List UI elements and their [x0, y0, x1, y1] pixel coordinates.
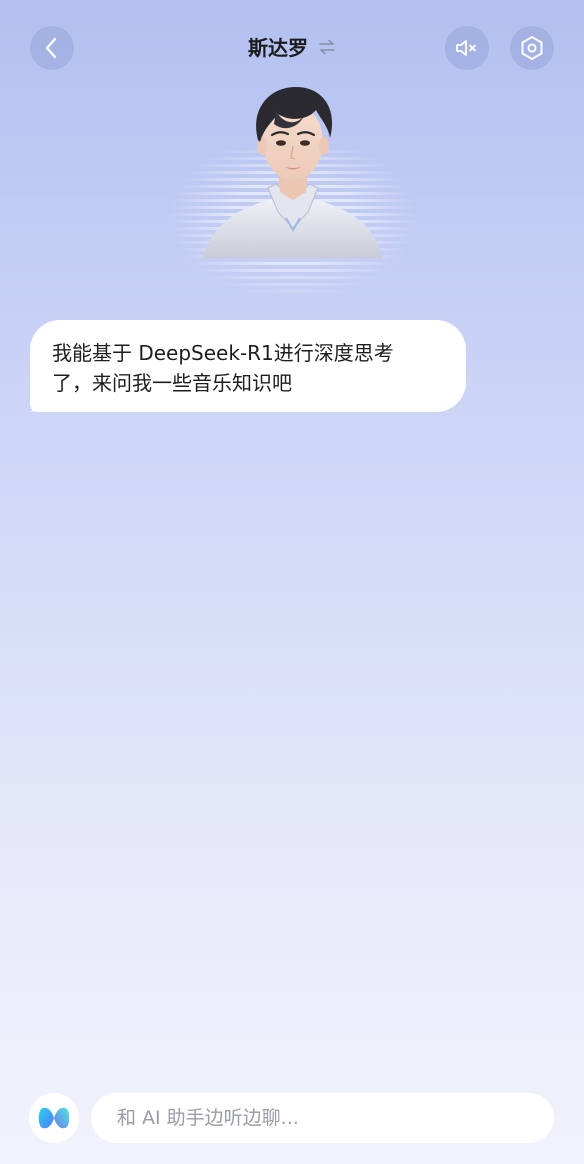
speaker-muted-icon	[456, 40, 476, 56]
settings-button[interactable]	[510, 26, 554, 70]
bubble-tail	[30, 396, 50, 412]
ai-assistant-logo-icon	[38, 1107, 70, 1129]
page-title: 斯达罗	[248, 36, 308, 60]
message-line-1: 我能基于 DeepSeek-R1进行深度思考	[52, 341, 394, 365]
message-line-2: 了，来问我一些音乐知识吧	[52, 371, 292, 395]
hexagon-settings-icon	[521, 36, 543, 60]
virtual-idol-avatar	[203, 86, 383, 258]
title-group[interactable]: 斯达罗	[0, 32, 584, 61]
mute-button[interactable]	[445, 26, 489, 70]
chat-input[interactable]	[91, 1093, 554, 1143]
ai-assistant-button[interactable]	[29, 1093, 79, 1143]
assistant-message-bubble: 我能基于 DeepSeek-R1进行深度思考 了，来问我一些音乐知识吧	[30, 320, 466, 412]
avatar[interactable]	[170, 80, 415, 300]
composer-bar	[0, 1090, 584, 1146]
swap-arrows-icon[interactable]	[318, 38, 336, 56]
